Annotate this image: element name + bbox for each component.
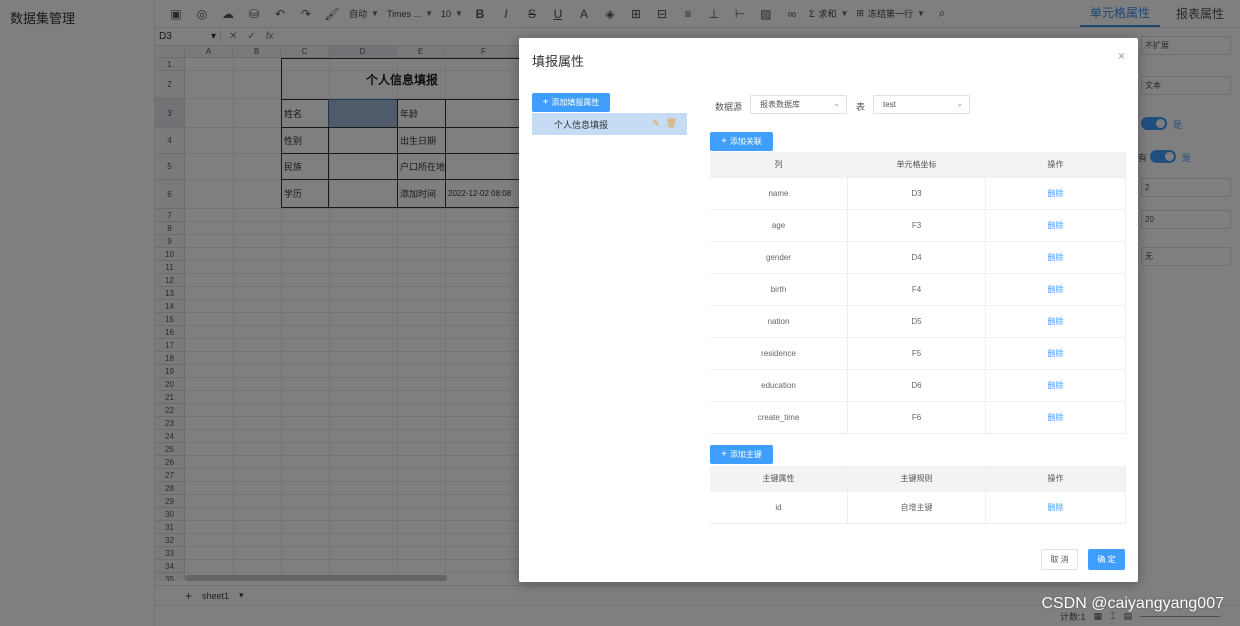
relation-column-cell: residence (710, 338, 848, 369)
relation-cell-coordinate: F5 (848, 338, 986, 369)
relation-column-cell: age (710, 210, 848, 241)
chevron-down-icon: ⌄ (956, 99, 963, 108)
delete-icon[interactable]: 🗑 (666, 118, 677, 129)
relation-column-cell: name (710, 178, 848, 209)
header-column: 列 (710, 152, 848, 177)
table-row: create_time F6 删除 (710, 402, 1126, 434)
relation-column-cell: education (710, 370, 848, 401)
header-action: 操作 (986, 152, 1126, 177)
add-primary-key-button[interactable]: + 添加主键 (710, 445, 773, 464)
table-row: nation D5 删除 (710, 306, 1126, 338)
table-row: id 自增主键 删除 (710, 492, 1126, 524)
relation-cell-coordinate: F6 (848, 402, 986, 433)
relation-column-cell: create_time (710, 402, 848, 433)
relation-cell-coordinate: F4 (848, 274, 986, 305)
confirm-button[interactable]: 确 定 (1088, 549, 1125, 570)
delete-relation-link[interactable]: 删除 (986, 370, 1126, 401)
relation-column-cell: gender (710, 242, 848, 273)
edit-icon[interactable]: ✎ (652, 118, 660, 129)
header-key-action: 操作 (986, 466, 1126, 491)
relation-column-cell: birth (710, 274, 848, 305)
relation-cell-coordinate: F3 (848, 210, 986, 241)
dialog-title: 填报属性 (532, 54, 585, 69)
delete-relation-link[interactable]: 删除 (986, 178, 1126, 209)
header-key-rule: 主键规则 (848, 466, 986, 491)
primary-key-table: 主键属性 主键规则 操作 id 自增主键 删除 (710, 466, 1126, 524)
relation-cell-coordinate: D6 (848, 370, 986, 401)
relation-table: 列 单元格坐标 操作 name D3 删除 age F3 删除 gender D4 删除 birt… (710, 152, 1126, 434)
delete-relation-link[interactable]: 删除 (986, 306, 1126, 337)
table-row: education D6 删除 (710, 370, 1126, 402)
plus-icon: + (721, 136, 727, 147)
fill-properties-dialog: 填报属性 × + 添加填报属性 个人信息填报 ✎ 🗑 数据源 报表数据库 ⌄ 表… (519, 38, 1138, 582)
table-row: gender D4 删除 (710, 242, 1126, 274)
tree-item-personal-info[interactable]: 个人信息填报 ✎ 🗑 (532, 113, 687, 135)
add-fill-property-button[interactable]: + 添加填报属性 (532, 93, 610, 112)
relation-cell-coordinate: D4 (848, 242, 986, 273)
table-select[interactable]: test ⌄ (873, 95, 970, 114)
table-row: residence F5 删除 (710, 338, 1126, 370)
delete-relation-link[interactable]: 删除 (986, 402, 1126, 433)
table-row: birth F4 删除 (710, 274, 1126, 306)
plus-icon: + (721, 449, 727, 460)
delete-relation-link[interactable]: 删除 (986, 210, 1126, 241)
relation-column-cell: nation (710, 306, 848, 337)
datasource-label: 数据源 (715, 102, 743, 112)
key-attr-cell: id (710, 492, 848, 523)
relation-table-header: 列 单元格坐标 操作 (710, 152, 1126, 178)
relation-cell-coordinate: D5 (848, 306, 986, 337)
primary-key-table-header: 主键属性 主键规则 操作 (710, 466, 1126, 492)
header-cell-coordinate: 单元格坐标 (848, 152, 986, 177)
delete-relation-link[interactable]: 删除 (986, 242, 1126, 273)
datasource-select[interactable]: 报表数据库 ⌄ (750, 95, 847, 114)
table-row: age F3 删除 (710, 210, 1126, 242)
chevron-down-icon: ⌄ (833, 99, 840, 108)
header-key-attribute: 主键属性 (710, 466, 848, 491)
plus-icon: + (542, 97, 549, 108)
relation-cell-coordinate: D3 (848, 178, 986, 209)
add-relation-button[interactable]: + 添加关联 (710, 132, 773, 151)
key-rule-cell: 自增主键 (848, 492, 986, 523)
watermark: CSDN @caiyangyang007 (1041, 595, 1224, 612)
cancel-button[interactable]: 取 消 (1041, 549, 1078, 570)
table-row: name D3 删除 (710, 178, 1126, 210)
delete-relation-link[interactable]: 删除 (986, 274, 1126, 305)
tree-item-actions: ✎ 🗑 (652, 118, 677, 129)
delete-relation-link[interactable]: 删除 (986, 338, 1126, 369)
close-icon[interactable]: × (1118, 49, 1125, 63)
delete-key-link[interactable]: 删除 (986, 492, 1126, 523)
table-label: 表 (856, 102, 866, 112)
